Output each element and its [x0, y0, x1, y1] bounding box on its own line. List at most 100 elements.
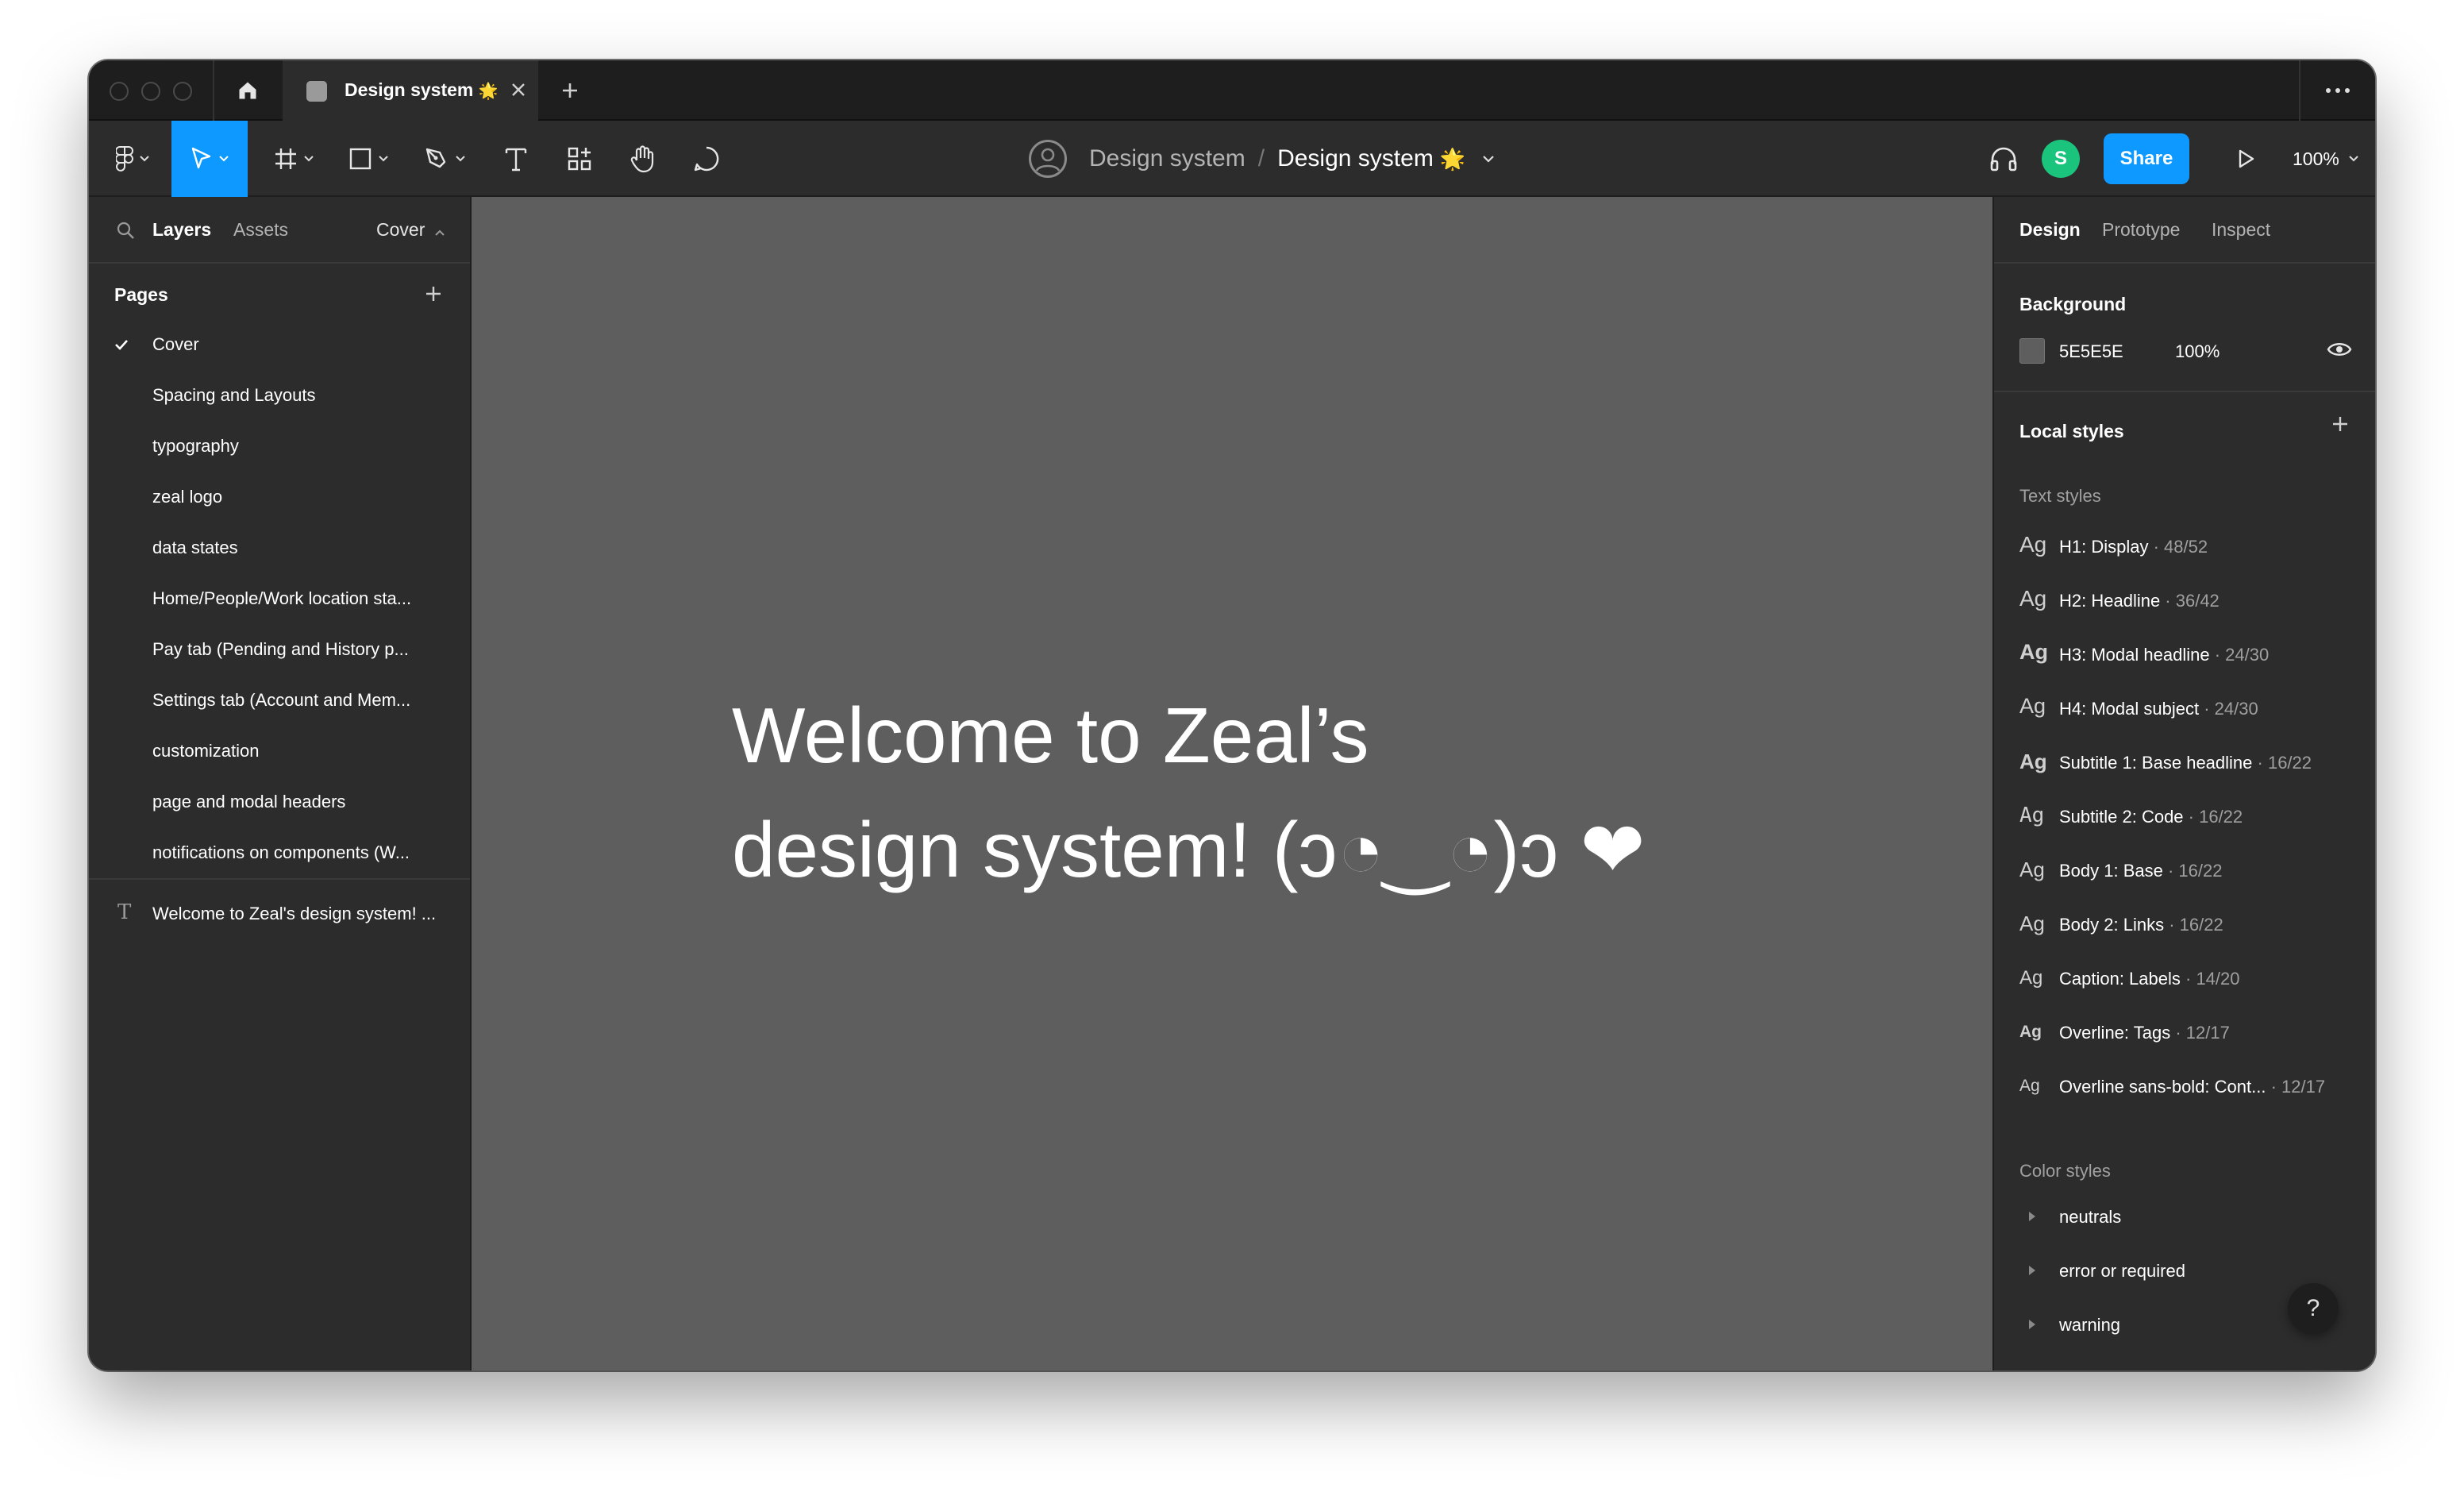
tab-inspect[interactable]: Inspect — [2212, 219, 2270, 241]
text-style-item[interactable]: Ag H1: Display · 48/52 — [1994, 521, 2375, 572]
text-style-label: Overline sans-bold: Cont... · 12/17 — [2059, 1077, 2326, 1097]
text-style-item[interactable]: Ag Overline sans-bold: Cont... · 12/17 — [1994, 1061, 2375, 1112]
document-tab[interactable]: Design system 🌟 — [283, 60, 538, 121]
left-panel-tabs: Layers Assets Cover — [89, 197, 470, 264]
page-item[interactable]: Spacing and Layouts — [89, 370, 470, 421]
background-opacity-input[interactable]: 100% — [2175, 341, 2220, 362]
page-item[interactable]: Settings tab (Account and Mem... — [89, 675, 470, 726]
toolbar: Design system / Design system 🌟 S Share … — [89, 121, 2375, 197]
zoom-dropdown[interactable]: 100% — [2293, 121, 2358, 197]
share-button[interactable]: Share — [2104, 133, 2189, 184]
help-button[interactable]: ? — [2288, 1283, 2339, 1334]
text-style-preview: Ag — [2019, 804, 2045, 827]
hand-tool-button[interactable] — [618, 121, 668, 197]
new-tab-button[interactable] — [556, 76, 584, 105]
text-style-item[interactable]: Ag Body 2: Links · 16/22 — [1994, 899, 2375, 950]
home-button[interactable] — [230, 73, 265, 108]
page-selector[interactable]: Cover — [376, 219, 445, 241]
text-style-preview: Ag — [2019, 967, 2043, 989]
text-style-preview: Ag — [2019, 532, 2047, 557]
text-style-item[interactable]: Ag Body 1: Base · 16/22 — [1994, 845, 2375, 896]
page-item[interactable]: zeal logo — [89, 472, 470, 522]
plus-icon — [2333, 417, 2347, 431]
chevron-down-icon[interactable] — [1483, 155, 1494, 163]
page-item[interactable]: Pay tab (Pending and History p... — [89, 624, 470, 675]
tab-layers[interactable]: Layers — [152, 219, 211, 241]
close-window-button[interactable] — [110, 82, 129, 101]
text-style-item[interactable]: Ag Overline: Tags · 12/17 — [1994, 1007, 2375, 1058]
text-style-item[interactable]: Ag H4: Modal subject · 24/30 — [1994, 683, 2375, 734]
team-avatar-icon[interactable] — [1029, 140, 1067, 178]
page-item[interactable]: page and modal headers — [89, 777, 470, 827]
move-tool-button[interactable] — [171, 121, 248, 197]
chevron-down-icon — [140, 156, 149, 162]
page-item[interactable]: notifications on components (W... — [89, 827, 470, 878]
figma-logo-icon — [116, 146, 133, 172]
more-options-button[interactable] — [2299, 60, 2375, 121]
comment-icon — [694, 146, 719, 172]
background-hex-input[interactable]: 5E5E5E — [2059, 341, 2123, 362]
text-style-item[interactable]: Ag H3: Modal headline · 24/30 — [1994, 629, 2375, 680]
eye-icon[interactable] — [2326, 338, 2353, 360]
expand-triangle-icon[interactable] — [2029, 1320, 2035, 1329]
user-avatar[interactable]: S — [2042, 140, 2080, 178]
page-item[interactable]: customization — [89, 726, 470, 777]
right-panel-tabs: Design Prototype Inspect — [1994, 197, 2375, 264]
tab-prototype[interactable]: Prototype — [2102, 219, 2180, 241]
page-label: Settings tab (Account and Mem... — [152, 690, 411, 710]
tab-design[interactable]: Design — [2019, 219, 2081, 241]
chevron-down-icon — [2349, 156, 2358, 162]
chevron-down-icon — [379, 156, 388, 162]
close-tab-button[interactable] — [506, 78, 530, 102]
add-page-button[interactable] — [419, 279, 448, 308]
present-button[interactable] — [2224, 121, 2269, 197]
text-style-preview: Ag — [2019, 1077, 2040, 1095]
page-item-cover[interactable]: Cover — [89, 319, 470, 370]
tab-assets[interactable]: Assets — [233, 219, 288, 241]
page-item[interactable]: data states — [89, 522, 470, 573]
text-style-preview: Ag — [2019, 640, 2048, 664]
divider — [213, 60, 214, 121]
title-bar: Design system 🌟 — [89, 60, 2375, 121]
background-heading: Background — [2019, 294, 2127, 314]
audio-button[interactable] — [1981, 121, 2026, 197]
close-icon — [512, 83, 525, 96]
chevron-down-icon — [456, 156, 465, 162]
text-tool-button[interactable] — [492, 121, 540, 197]
shape-tool-button[interactable] — [340, 121, 397, 197]
color-style-group[interactable]: neutrals — [1994, 1193, 2375, 1240]
text-style-item[interactable]: Ag Caption: Labels · 14/20 — [1994, 953, 2375, 1004]
page-item[interactable]: Home/People/Work location sta... — [89, 573, 470, 624]
search-icon[interactable] — [116, 221, 135, 240]
minimize-window-button[interactable] — [141, 82, 160, 101]
frame-tool-button[interactable] — [265, 121, 322, 197]
pen-tool-button[interactable] — [414, 121, 475, 197]
comment-tool-button[interactable] — [681, 121, 732, 197]
text-style-label: Body 1: Base · 16/22 — [2059, 861, 2223, 881]
home-icon — [239, 82, 256, 99]
page-label: Spacing and Layouts — [152, 385, 316, 405]
page-item[interactable]: typography — [89, 421, 470, 472]
layer-item[interactable]: T Welcome to Zeal's design system! ... — [89, 889, 470, 940]
main-menu-button[interactable] — [103, 121, 162, 197]
expand-triangle-icon[interactable] — [2029, 1212, 2035, 1221]
zoom-level: 100% — [2293, 148, 2339, 169]
page-label: Pay tab (Pending and History p... — [152, 639, 409, 659]
text-style-item[interactable]: Ag H2: Headline · 36/42 — [1994, 575, 2375, 626]
add-style-button[interactable] — [2326, 410, 2354, 438]
local-styles-heading: Local styles — [2019, 421, 2124, 441]
maximize-window-button[interactable] — [173, 82, 192, 101]
text-style-preview: Ag — [2019, 586, 2047, 611]
text-style-preview: Ag — [2019, 912, 2045, 935]
text-style-item[interactable]: Ag Subtitle 2: Code · 16/22 — [1994, 791, 2375, 842]
resources-button[interactable] — [556, 121, 603, 197]
team-name-link[interactable]: Design system — [1089, 145, 1245, 172]
file-name[interactable]: Design system — [1277, 145, 1434, 172]
welcome-text[interactable]: Welcome to Zeal’s design system! (ɔ◔‿◔)ɔ… — [732, 678, 1646, 907]
text-style-item[interactable]: Ag Subtitle 1: Base headline · 16/22 — [1994, 737, 2375, 788]
color-styles-heading: Color styles — [2019, 1161, 2111, 1181]
hand-icon — [630, 145, 654, 173]
canvas[interactable]: Welcome to Zeal’s design system! (ɔ◔‿◔)ɔ… — [472, 197, 1992, 1370]
background-color-swatch[interactable] — [2019, 338, 2045, 364]
expand-triangle-icon[interactable] — [2029, 1266, 2035, 1275]
